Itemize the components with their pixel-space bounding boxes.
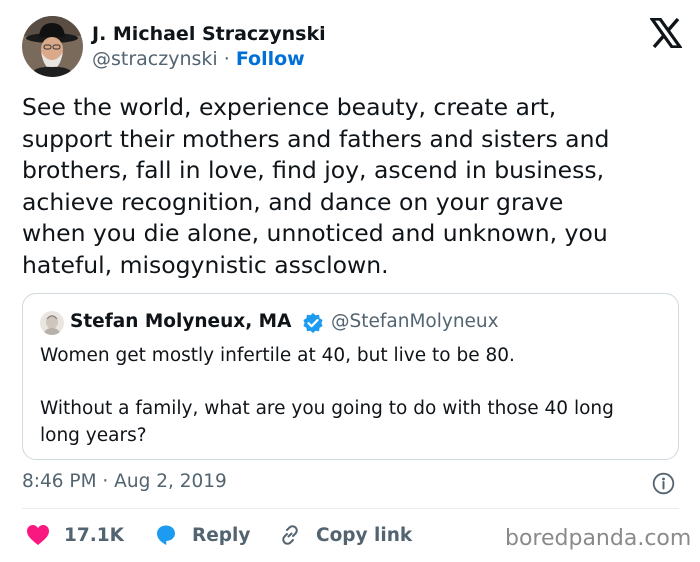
- quoted-author-handle[interactable]: @StefanMolyneux: [331, 311, 499, 332]
- reply-label: Reply: [192, 524, 251, 546]
- watermark: boredpanda.com: [505, 526, 692, 551]
- reply-button[interactable]: Reply: [154, 520, 250, 550]
- link-icon: [282, 525, 298, 545]
- quoted-tweet-text: Women get mostly infertile at 40, but li…: [40, 345, 614, 446]
- likes-count: 17.1K: [64, 524, 124, 546]
- author-avatar[interactable]: [22, 16, 83, 77]
- info-icon[interactable]: [652, 472, 675, 495]
- quoted-tweet[interactable]: Stefan Molyneux, MA @StefanMolyneux Wome…: [22, 293, 679, 460]
- meta-separator: ·: [223, 48, 230, 70]
- quoted-author-name[interactable]: Stefan Molyneux, MA: [70, 311, 291, 332]
- copy-link-button[interactable]: Copy link: [278, 520, 412, 550]
- author-name[interactable]: J. Michael Straczynski: [92, 23, 326, 45]
- tweet-text: See the world, experience beauty, create…: [22, 93, 610, 279]
- like-button[interactable]: 17.1K: [26, 520, 124, 550]
- tweet-timestamp[interactable]: 8:46 PM · Aug 2, 2019: [22, 471, 227, 492]
- verified-badge-icon: [302, 312, 324, 334]
- quoted-author-avatar[interactable]: [40, 311, 64, 335]
- author-meta: @straczynski · Follow: [92, 48, 305, 70]
- reply-bubble-icon: [157, 525, 175, 545]
- x-logo-icon[interactable]: [648, 17, 684, 49]
- actions-divider: [22, 508, 679, 509]
- heart-icon: [27, 525, 49, 545]
- author-handle[interactable]: @straczynski: [92, 48, 218, 70]
- tweet-header: J. Michael Straczynski @straczynski · Fo…: [22, 16, 684, 80]
- copy-link-label: Copy link: [316, 524, 413, 546]
- follow-button[interactable]: Follow: [236, 48, 305, 70]
